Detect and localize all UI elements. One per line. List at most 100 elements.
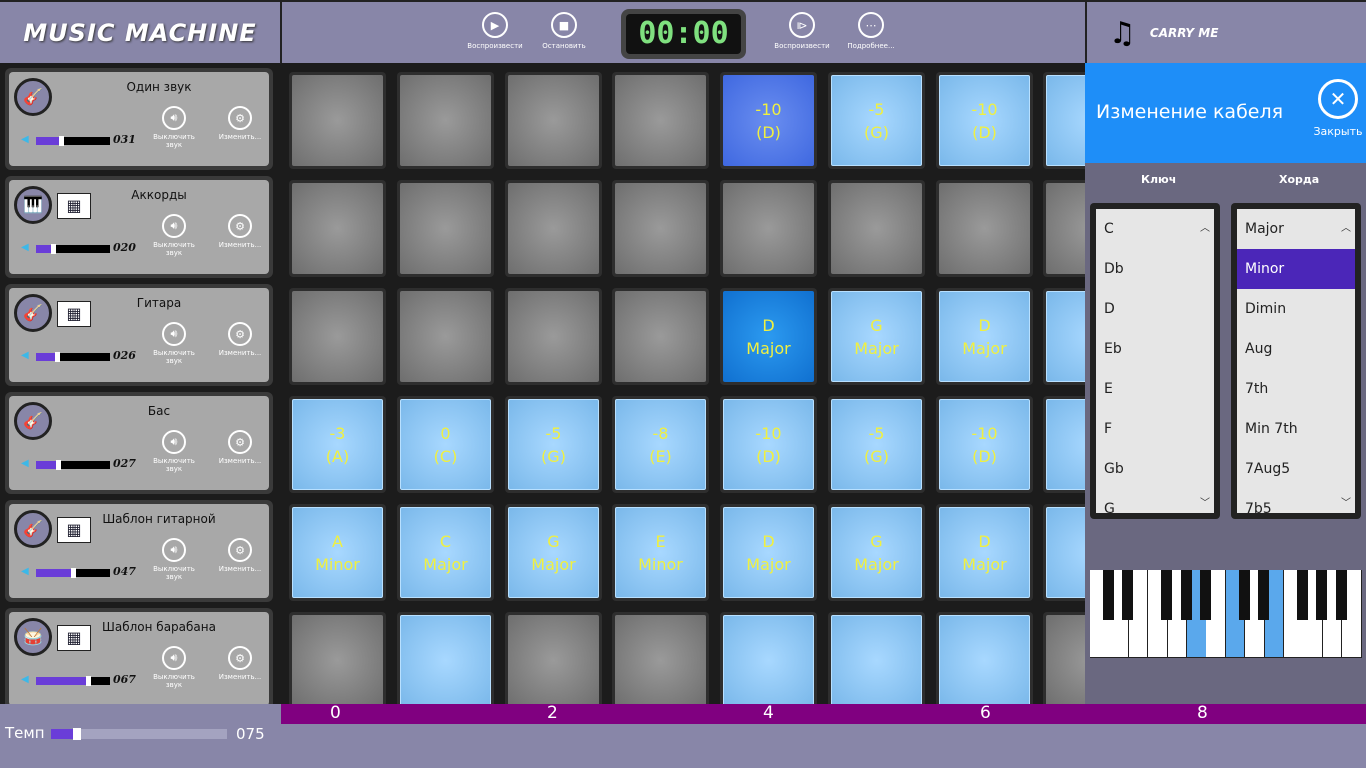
mute-button[interactable]: 🔊︎ Выключить звук: [149, 106, 199, 149]
grid-cell[interactable]: [612, 72, 709, 169]
black-key[interactable]: [1200, 570, 1211, 620]
grid-cell[interactable]: [612, 288, 709, 385]
list-item[interactable]: Major: [1237, 209, 1355, 249]
grid-cell[interactable]: [1043, 180, 1085, 277]
mute-button[interactable]: 🔊︎ Выключить звук: [149, 538, 199, 581]
black-key[interactable]: [1122, 570, 1134, 620]
keyboard-icon[interactable]: 🎹: [14, 186, 52, 224]
grid-cell[interactable]: [289, 612, 386, 704]
grid-cell[interactable]: [936, 612, 1033, 704]
edit-button[interactable]: ⚙ Изменить...: [215, 538, 265, 573]
grid-cell[interactable]: -3 (A): [289, 396, 386, 493]
edit-button[interactable]: ⚙ Изменить...: [215, 646, 265, 681]
list-item[interactable]: Minor: [1237, 249, 1355, 289]
list-item[interactable]: G: [1096, 489, 1214, 513]
grid-cell[interactable]: [505, 72, 602, 169]
grid-cell[interactable]: -5 (G): [505, 396, 602, 493]
black-key[interactable]: [1103, 570, 1114, 620]
grid-cell[interactable]: G Major: [828, 504, 925, 601]
grid-cell[interactable]: -5 (G): [828, 396, 925, 493]
grid-cell[interactable]: [720, 612, 817, 704]
black-key[interactable]: [1161, 570, 1173, 620]
grid-cell[interactable]: [1043, 72, 1085, 169]
grid-cell[interactable]: [936, 180, 1033, 277]
black-key[interactable]: [1316, 570, 1328, 620]
play-button[interactable]: ▶ Воспроизвести: [465, 12, 525, 50]
key-scrollbar[interactable]: ︿ ﹀: [1198, 219, 1212, 509]
grid-cell[interactable]: [397, 180, 494, 277]
edit-button[interactable]: ⚙ Изменить...: [215, 106, 265, 141]
grid-cell[interactable]: [289, 288, 386, 385]
grid-cell[interactable]: -10 (D): [720, 72, 817, 169]
chord-scrollbar[interactable]: ︿ ﹀: [1339, 219, 1353, 509]
list-item[interactable]: F: [1096, 409, 1214, 449]
grid-cell[interactable]: -10 (D): [936, 72, 1033, 169]
grid-cell[interactable]: [397, 72, 494, 169]
timeline[interactable]: 0 2 4 6 8: [281, 703, 1366, 724]
grid-cell[interactable]: [505, 288, 602, 385]
guitar-icon[interactable]: 🎸: [14, 78, 52, 116]
guitar-icon[interactable]: 🎸: [14, 294, 52, 332]
drum-icon[interactable]: 🥁: [14, 618, 52, 656]
black-key[interactable]: [1297, 570, 1308, 620]
grid-cell[interactable]: [1043, 504, 1085, 601]
more-button[interactable]: ⋯ Подробнее...: [841, 12, 901, 50]
grid-cell[interactable]: [1043, 396, 1085, 493]
stop-button[interactable]: ■ Остановить: [534, 12, 594, 50]
list-item[interactable]: Eb: [1096, 329, 1214, 369]
volume-slider[interactable]: [36, 460, 110, 470]
black-key[interactable]: [1335, 570, 1347, 620]
grid-cell[interactable]: [397, 612, 494, 704]
grid-cell[interactable]: A Minor: [289, 504, 386, 601]
black-key[interactable]: [1180, 570, 1192, 620]
list-item[interactable]: E: [1096, 369, 1214, 409]
mute-button[interactable]: 🔊︎ Выключить звук: [149, 322, 199, 365]
list-item[interactable]: 7Aug5: [1237, 449, 1355, 489]
volume-slider[interactable]: [36, 244, 110, 254]
edit-button[interactable]: ⚙ Изменить...: [215, 214, 265, 249]
grid-cell[interactable]: [1043, 288, 1085, 385]
grid-cell[interactable]: [505, 612, 602, 704]
grid-cell[interactable]: [1043, 612, 1085, 704]
volume-slider[interactable]: [36, 676, 110, 686]
list-item[interactable]: Min 7th: [1237, 409, 1355, 449]
grid-cell[interactable]: [828, 612, 925, 704]
bass-icon[interactable]: 🎸: [14, 402, 52, 440]
grid-cell[interactable]: [828, 180, 925, 277]
key-list[interactable]: ︿ ﹀ C Db D Eb E F Gb G: [1090, 203, 1220, 519]
list-item[interactable]: Dimin: [1237, 289, 1355, 329]
chord-list[interactable]: ︿ ﹀ Major Minor Dimin Aug 7th Min 7th 7Aug5 7b5: [1231, 203, 1361, 519]
list-item[interactable]: D: [1096, 289, 1214, 329]
guitar-icon[interactable]: 🎸: [14, 510, 52, 548]
list-item[interactable]: C: [1096, 209, 1214, 249]
grid-cell[interactable]: E Minor: [612, 504, 709, 601]
grid-cell[interactable]: [720, 180, 817, 277]
play-video-button[interactable]: ⧐ Воспроизвести: [772, 12, 832, 50]
list-item[interactable]: Db: [1096, 249, 1214, 289]
grid-cell[interactable]: [612, 612, 709, 704]
list-item[interactable]: Gb: [1096, 449, 1214, 489]
grid-cell[interactable]: -5 (G): [828, 72, 925, 169]
tempo-slider[interactable]: [51, 728, 227, 740]
grid-cell[interactable]: [289, 180, 386, 277]
volume-slider[interactable]: [36, 136, 110, 146]
grid-cell[interactable]: G Major: [828, 288, 925, 385]
edit-button[interactable]: ⚙ Изменить...: [215, 322, 265, 357]
list-item[interactable]: 7th: [1237, 369, 1355, 409]
grid-cell[interactable]: [289, 72, 386, 169]
grid-cell[interactable]: D Major: [720, 288, 817, 385]
tempo-slider-thumb[interactable]: [73, 728, 81, 740]
grid-cell[interactable]: D Major: [936, 504, 1033, 601]
grid-cell[interactable]: [397, 288, 494, 385]
mute-button[interactable]: 🔊︎ Выключить звук: [149, 646, 199, 689]
grid-cell[interactable]: D Major: [720, 504, 817, 601]
grid-cell[interactable]: G Major: [505, 504, 602, 601]
edit-button[interactable]: ⚙ Изменить...: [215, 430, 265, 465]
grid-cell[interactable]: -10 (D): [720, 396, 817, 493]
mute-button[interactable]: 🔊︎ Выключить звук: [149, 430, 199, 473]
grid-cell[interactable]: -8 (E): [612, 396, 709, 493]
black-key[interactable]: [1238, 570, 1250, 620]
mute-button[interactable]: 🔊︎ Выключить звук: [149, 214, 199, 257]
close-button[interactable]: ✕ Закрыть: [1313, 79, 1363, 138]
volume-slider[interactable]: [36, 568, 110, 578]
